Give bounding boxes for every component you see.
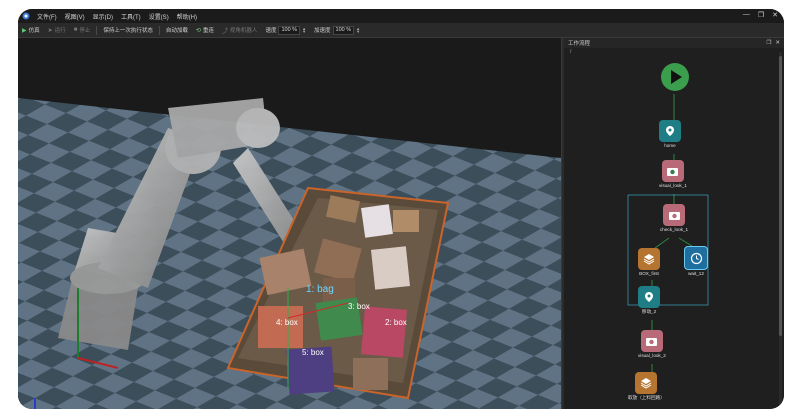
location-pin-icon	[659, 120, 681, 142]
accel-stepper[interactable]: ▲ ▼	[356, 27, 360, 34]
speed-label: 速度	[265, 28, 277, 34]
node-label: home	[664, 143, 676, 148]
auto-load-toggle[interactable]: 自动加载	[162, 26, 192, 34]
scene-label-box5: 5: box	[302, 348, 324, 357]
layers-icon	[638, 248, 660, 270]
location-pin-icon	[638, 286, 660, 308]
camera-icon	[640, 330, 663, 352]
accel-control: 加速度 100 % ▲ ▼	[310, 25, 364, 35]
window-controls: — ❐ ✕	[743, 11, 778, 19]
menu-file[interactable]: 文件(F)	[33, 12, 61, 21]
redraw-button[interactable]: ⟲ 重连	[192, 26, 218, 35]
menu-display[interactable]: 显示(D)	[89, 12, 117, 21]
node-label: wait_12	[688, 271, 704, 276]
start-node[interactable]	[660, 62, 690, 92]
menu-tools[interactable]: 工具(T)	[117, 12, 145, 21]
scene-label-box2: 2: box	[385, 318, 407, 327]
view-robot-button[interactable]: ⤴ 视角机器人	[218, 26, 262, 35]
run-button[interactable]: ➤ 运行	[44, 26, 70, 35]
flow-node-box-upper[interactable]: 取放（上料回路）	[628, 372, 665, 401]
view-robot-label: 视角机器人	[229, 28, 258, 34]
run-label: 运行	[54, 28, 66, 34]
play-icon: ▶	[22, 27, 27, 34]
menu-bar: 文件(F) 视图(V) 显示(D) 工具(T) 设置(S) 帮助(H) — ❐ …	[18, 9, 784, 23]
minimize-icon[interactable]: —	[743, 11, 750, 19]
accel-input[interactable]: 100 %	[332, 25, 355, 35]
link-icon: ⟲	[195, 27, 201, 34]
3d-viewport[interactable]: 1: bag 3: box 4: box 2: box 5: box	[18, 38, 561, 409]
flow-node-point2[interactable]: 移动_2	[638, 286, 660, 315]
keep-last-state-label: 保持上一次执行状态	[103, 28, 153, 34]
maximize-icon[interactable]: ❐	[758, 11, 764, 19]
close-icon[interactable]: ✕	[772, 11, 778, 19]
scene-label-box3: 3: box	[348, 302, 370, 311]
workflow-canvas[interactable]: home visual_look_1 check_look_1 BOX_firs…	[564, 58, 778, 409]
speed-input[interactable]: 100 %	[278, 25, 301, 35]
simulate-button[interactable]: ▶ 仿真	[18, 26, 44, 35]
scene-label-box4: 4: box	[276, 318, 298, 327]
auto-load-label: 自动加载	[165, 28, 188, 34]
node-label: 取放（上料回路）	[628, 395, 665, 400]
panel-scroll-thumb[interactable]	[779, 56, 782, 336]
keep-last-state-toggle[interactable]: 保持上一次执行状态	[99, 26, 157, 34]
toolbar-divider	[96, 25, 98, 35]
toolbar-divider	[158, 25, 160, 35]
camera-icon	[661, 160, 684, 182]
node-label: 移动_2	[641, 309, 657, 314]
play-circle-icon	[661, 63, 689, 91]
menu-view[interactable]: 视图(V)	[61, 12, 89, 21]
speed-control: 速度 100 % ▲ ▼	[261, 25, 310, 35]
workflow-path: /	[570, 49, 572, 55]
flow-node-visual-look-2[interactable]: visual_look_2	[638, 330, 666, 358]
node-label: visual_look_1	[659, 183, 687, 188]
toolbar: ▶ 仿真 ➤ 运行 ■ 停止 保持上一次执行状态 自动加载 ⟲ 重连 ⤴ 视角机…	[18, 23, 784, 38]
float-icon[interactable]: ❐	[766, 40, 771, 46]
accel-label: 加速度	[314, 28, 331, 34]
menu-help[interactable]: 帮助(H)	[173, 12, 201, 21]
panel-close-icon[interactable]: ✕	[775, 40, 780, 46]
app-logo-icon	[21, 11, 31, 21]
app-window: 文件(F) 视图(V) 显示(D) 工具(T) 设置(S) 帮助(H) — ❐ …	[18, 9, 784, 409]
flow-node-home[interactable]: home	[659, 120, 681, 148]
menu-settings[interactable]: 设置(S)	[145, 12, 173, 21]
stop-icon: ■	[73, 27, 78, 33]
flow-node-visual-look-1[interactable]: visual_look_1	[659, 160, 687, 188]
scene-canvas	[18, 38, 561, 409]
layers-icon	[635, 372, 658, 394]
clock-icon	[684, 246, 708, 270]
flow-node-box-first[interactable]: BOX_first	[638, 248, 660, 276]
node-label: check_look_1	[660, 227, 689, 232]
flow-connectors	[627, 94, 709, 372]
flow-node-wait[interactable]: wait_12	[684, 246, 708, 276]
scene-label-bag: 1: bag	[306, 284, 334, 295]
panel-title: 工作流程	[568, 41, 591, 47]
workflow-panel: 工作流程 ❐ ✕ / home visual_look_1 check_look…	[564, 38, 784, 409]
redraw-label: 重连	[202, 28, 214, 34]
stop-button[interactable]: ■ 停止	[70, 26, 95, 34]
simulate-label: 仿真	[28, 28, 40, 34]
flow-node-check-look[interactable]: check_look_1	[660, 204, 688, 232]
node-label: visual_look_2	[638, 353, 666, 358]
run-icon: ➤	[47, 27, 53, 34]
panel-header: 工作流程 ❐ ✕	[564, 38, 784, 48]
node-label: BOX_first	[639, 271, 659, 276]
camera-check-icon	[663, 204, 686, 226]
stop-label: 停止	[79, 28, 91, 34]
speed-stepper[interactable]: ▲ ▼	[302, 27, 306, 34]
robot-arm-icon: ⤴	[221, 28, 228, 35]
